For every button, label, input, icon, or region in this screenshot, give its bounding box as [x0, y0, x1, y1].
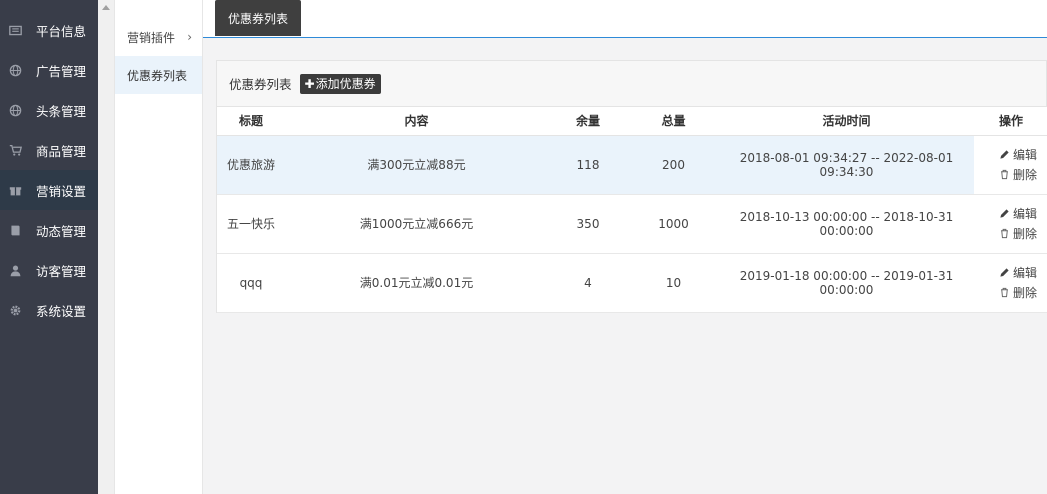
cell-actions: 编辑 删除 [974, 135, 1047, 195]
tab-bar: 优惠券列表 [203, 0, 1047, 38]
cell-total: 200 [628, 135, 719, 195]
gift-icon [8, 183, 22, 197]
main-content: 优惠券列表 优惠券列表 ✚ 添加优惠券 标题 内容 余量 总量 活动时间 操作 [203, 0, 1047, 494]
table-row: 五一快乐 满1000元立减666元 350 1000 2018-10-13 00… [217, 194, 1047, 254]
column-header-title: 标题 [217, 107, 285, 136]
table-header-row: 标题 内容 余量 总量 活动时间 操作 [217, 107, 1047, 136]
add-coupon-button[interactable]: ✚ 添加优惠券 [299, 73, 381, 94]
edit-button[interactable]: 编辑 [999, 145, 1047, 165]
book-icon [8, 223, 22, 237]
cell-remaining: 350 [548, 194, 628, 254]
sidebar-item-system[interactable]: 系统设置 [0, 290, 98, 330]
pencil-icon [1000, 150, 1009, 159]
edit-label: 编辑 [1013, 148, 1038, 162]
trash-icon [1001, 287, 1008, 298]
cell-total: 1000 [628, 194, 719, 254]
coupon-panel: 优惠券列表 ✚ 添加优惠券 标题 内容 余量 总量 活动时间 操作 优惠旅游 满… [216, 60, 1047, 313]
sidebar-item-ads[interactable]: 广告管理 [0, 50, 98, 90]
globe-icon [8, 63, 22, 77]
trash-icon [1001, 228, 1008, 239]
edit-label: 编辑 [1013, 266, 1038, 280]
table-row: 优惠旅游 满300元立减88元 118 200 2018-08-01 09:34… [217, 135, 1047, 195]
sidebar-item-dynamics[interactable]: 动态管理 [0, 210, 98, 250]
plus-icon: ✚ [304, 76, 315, 91]
cell-remaining: 118 [548, 135, 628, 195]
delete-button[interactable]: 删除 [999, 224, 1047, 244]
submenu-item-label: 优惠券列表 [127, 68, 188, 83]
cell-content: 满0.01元立减0.01元 [285, 253, 548, 313]
sidebar-item-headlines[interactable]: 头条管理 [0, 90, 98, 130]
user-icon [8, 263, 22, 277]
sidebar-item-label: 营销设置 [36, 183, 87, 199]
submenu-item-marketing-plugins[interactable]: 营销插件 › [115, 18, 202, 56]
trash-icon [1001, 169, 1008, 180]
sidebar-item-label: 系统设置 [36, 303, 87, 319]
sidebar-item-label: 动态管理 [36, 223, 87, 239]
sidebar-item-label: 平台信息 [36, 23, 87, 39]
cell-time: 2018-10-13 00:00:00 -- 2018-10-31 00:00:… [719, 194, 974, 254]
sidebar-item-platform-info[interactable]: 平台信息 [0, 10, 98, 50]
delete-label: 删除 [1013, 286, 1038, 300]
scroll-up-arrow-icon[interactable] [102, 5, 110, 10]
submenu-item-label: 营销插件 [127, 30, 176, 45]
edit-button[interactable]: 编辑 [999, 263, 1047, 283]
cell-time: 2018-08-01 09:34:27 -- 2022-08-01 09:34:… [719, 135, 974, 195]
delete-button[interactable]: 删除 [999, 165, 1047, 185]
pencil-icon [1000, 268, 1009, 277]
cell-title: qqq [217, 253, 285, 313]
column-header-total: 总量 [628, 107, 719, 136]
cell-actions: 编辑 删除 [974, 194, 1047, 254]
scrollbar[interactable] [98, 0, 115, 494]
chevron-right-icon: › [187, 30, 192, 44]
submenu-item-coupon-list[interactable]: 优惠券列表 [115, 56, 202, 94]
tab-coupon-list[interactable]: 优惠券列表 [215, 0, 301, 36]
cell-content: 满300元立减88元 [285, 135, 548, 195]
edit-label: 编辑 [1013, 207, 1038, 221]
cell-title: 优惠旅游 [217, 135, 285, 195]
column-header-time: 活动时间 [719, 107, 974, 136]
column-header-remaining: 余量 [548, 107, 628, 136]
sidebar-item-label: 头条管理 [36, 103, 87, 119]
sidebar-item-products[interactable]: 商品管理 [0, 130, 98, 170]
add-coupon-label: 添加优惠券 [315, 77, 376, 91]
gear-icon [8, 303, 22, 317]
cart-icon [8, 143, 22, 157]
main-sidebar: 平台信息 广告管理 头条管理 商品管理 营销设置 动态管理 访客管理 系统设置 [0, 0, 98, 494]
delete-button[interactable]: 删除 [999, 283, 1047, 303]
cell-actions: 编辑 删除 [974, 253, 1047, 313]
table-row: qqq 满0.01元立减0.01元 4 10 2019-01-18 00:00:… [217, 253, 1047, 313]
delete-label: 删除 [1013, 227, 1038, 241]
cell-total: 10 [628, 253, 719, 313]
sidebar-item-label: 商品管理 [36, 143, 87, 159]
panel-header: 优惠券列表 ✚ 添加优惠券 [217, 61, 1046, 107]
sidebar-item-label: 访客管理 [36, 263, 87, 279]
sidebar-item-marketing[interactable]: 营销设置 [0, 170, 98, 210]
column-header-actions: 操作 [974, 107, 1047, 136]
cell-time: 2019-01-18 00:00:00 -- 2019-01-31 00:00:… [719, 253, 974, 313]
panel-title: 优惠券列表 [229, 77, 292, 92]
sub-menu: 营销插件 › 优惠券列表 [115, 0, 203, 494]
cell-title: 五一快乐 [217, 194, 285, 254]
pencil-icon [1000, 209, 1009, 218]
edit-button[interactable]: 编辑 [999, 204, 1047, 224]
column-header-content: 内容 [285, 107, 548, 136]
cell-remaining: 4 [548, 253, 628, 313]
newspaper-icon [8, 23, 22, 37]
sidebar-item-visitors[interactable]: 访客管理 [0, 250, 98, 290]
sidebar-item-label: 广告管理 [36, 63, 87, 79]
coupon-table: 标题 内容 余量 总量 活动时间 操作 优惠旅游 满300元立减88元 118 … [217, 107, 1047, 313]
cell-content: 满1000元立减666元 [285, 194, 548, 254]
delete-label: 删除 [1013, 168, 1038, 182]
globe-icon [8, 103, 22, 117]
